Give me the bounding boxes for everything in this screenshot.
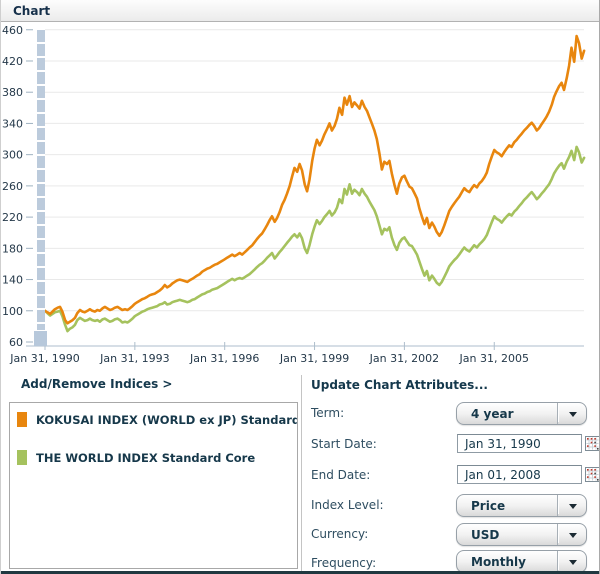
dropdown-value: 4 year [471, 407, 514, 421]
y-axis-label: 140 [2, 274, 23, 287]
term-label: Term: [311, 406, 344, 420]
y-axis-label: 180 [2, 242, 23, 255]
chevron-down-icon [569, 504, 577, 509]
legend-item: KOKUSAI INDEX (WORLD ex JP) Standard Co [10, 411, 297, 441]
start-date-label: Start Date: [311, 437, 377, 451]
add-remove-indices-link[interactable]: Add/Remove Indices > [21, 377, 172, 391]
dropdown-arrow-button[interactable] [557, 524, 586, 545]
y-axis-label: 300 [2, 149, 23, 162]
widget-title: Chart [13, 4, 50, 18]
y-axis-label: 260 [2, 180, 23, 193]
end-date-label: End Date: [311, 468, 370, 482]
dropdown-value: USD [471, 528, 499, 542]
y-axis-slider-handle[interactable] [34, 331, 47, 346]
chart-plot: 460 420 380 340 300 260 220 180 140 100 60 Jan 31, … [1, 22, 600, 375]
calendar-icon[interactable] [585, 436, 600, 451]
y-axis-label: 420 [2, 55, 23, 68]
term-dropdown[interactable]: 4 year [456, 402, 587, 425]
x-axis-label: Jan 31, 1993 [99, 352, 169, 365]
index-level-label: Index Level: [311, 498, 384, 512]
series-line [45, 36, 584, 323]
legend-box: KOKUSAI INDEX (WORLD ex JP) Standard Co … [9, 402, 298, 569]
update-attributes-heading: Update Chart Attributes... [311, 378, 488, 392]
series-line [45, 147, 584, 331]
end-date-input[interactable]: Jan 01, 2008 [457, 465, 582, 484]
chart-widget: Chart 460 420 380 340 300 260 220 180 140 100 60 Ja… [0, 0, 600, 574]
frequency-dropdown[interactable]: Monthly [456, 550, 587, 573]
currency-dropdown[interactable]: USD [456, 523, 587, 546]
chevron-down-icon [569, 560, 577, 565]
dropdown-value: Monthly [471, 555, 526, 569]
x-axis-label: Jan 31, 2002 [369, 352, 439, 365]
y-axis-label: 460 [2, 24, 23, 37]
y-axis-label: 100 [2, 305, 23, 318]
dropdown-value: Price [471, 499, 505, 513]
y-axis-label: 340 [2, 117, 23, 130]
dropdown-arrow-button[interactable] [557, 551, 586, 572]
index-level-dropdown[interactable]: Price [456, 494, 587, 517]
widget-header: Chart [1, 0, 599, 22]
legend-item-label: THE WORLD INDEX Standard Core [36, 451, 255, 465]
y-axis-slider-track[interactable] [37, 30, 45, 330]
y-axis-label: 60 [9, 336, 23, 349]
legend-swatch-world [17, 450, 27, 465]
y-axis-label: 380 [2, 86, 23, 99]
currency-label: Currency: [311, 527, 368, 541]
chevron-down-icon [569, 412, 577, 417]
x-axis-label: Jan 31, 2005 [459, 352, 529, 365]
chevron-down-icon [569, 533, 577, 538]
dropdown-arrow-button[interactable] [557, 403, 586, 424]
start-date-input[interactable]: Jan 31, 1990 [457, 434, 582, 453]
x-axis-label: Jan 31, 1999 [279, 352, 349, 365]
y-axis-label: 220 [2, 211, 23, 224]
x-axis-label: Jan 31, 1996 [189, 352, 259, 365]
legend-item-label: KOKUSAI INDEX (WORLD ex JP) Standard Co [36, 413, 297, 427]
dropdown-arrow-button[interactable] [557, 495, 586, 516]
frequency-label: Frequency: [311, 556, 376, 570]
legend-item: THE WORLD INDEX Standard Core [10, 449, 297, 479]
x-axis-label: Jan 31, 1990 [9, 352, 79, 365]
panel-divider [301, 375, 302, 571]
calendar-icon[interactable] [585, 467, 600, 482]
legend-swatch-kokusai [17, 412, 27, 427]
